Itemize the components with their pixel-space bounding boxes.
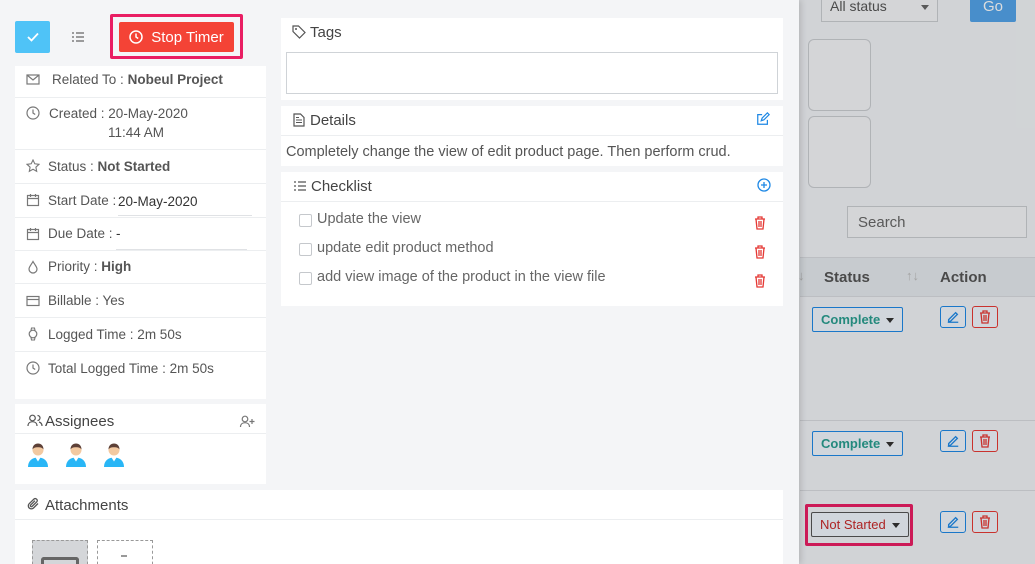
plus-icon	[121, 555, 127, 557]
billable-row: Billable : Yes	[15, 284, 266, 318]
checklist-item-label: add view image of the product in the vie…	[317, 269, 606, 285]
edit-icon[interactable]	[756, 112, 770, 126]
clock-icon	[26, 106, 40, 120]
paperclip-icon	[27, 497, 39, 510]
details-header: Details	[281, 106, 783, 136]
mail-icon	[26, 74, 40, 85]
tags-input[interactable]	[286, 52, 778, 94]
trash-icon[interactable]	[754, 216, 766, 230]
check-icon	[26, 32, 39, 42]
clock-icon	[26, 361, 40, 375]
checklist-item-label: Update the view	[317, 211, 421, 227]
list-icon	[72, 32, 84, 42]
details-title: Details	[310, 112, 356, 129]
details-text: Completely change the view of edit produ…	[286, 144, 731, 160]
assignees-header: Assignees	[15, 404, 266, 434]
related-label: Related To :	[52, 72, 124, 87]
tag-icon	[292, 25, 306, 39]
logged-time-text: Logged Time : 2m 50s	[48, 327, 182, 342]
due-date-row: Due Date : -	[15, 218, 266, 251]
checklist-card: Checklist Update the view update edit pr…	[281, 172, 783, 306]
attachments-title: Attachments	[45, 497, 129, 514]
created-date: 20-May-2020	[108, 106, 188, 121]
start-date-row: Start Date : 20-May-2020	[15, 184, 266, 218]
due-date-input[interactable]: -	[116, 226, 247, 250]
status-label: Status :	[48, 159, 94, 174]
stop-timer-label: Stop Timer	[151, 28, 224, 46]
tags-card: Tags	[281, 18, 783, 100]
assignees-card: Assignees	[15, 404, 266, 484]
stop-timer-highlight: Stop Timer	[110, 14, 243, 59]
total-logged-time-text: Total Logged Time : 2m 50s	[48, 361, 214, 376]
calendar-icon	[26, 194, 40, 207]
related-value[interactable]: Nobeul Project	[128, 72, 223, 87]
watch-icon	[28, 327, 38, 341]
list-icon	[294, 181, 306, 191]
created-label: Created :	[49, 106, 105, 121]
calendar-icon	[26, 228, 40, 241]
list-view-button[interactable]	[62, 21, 94, 53]
checklist-checkbox[interactable]	[299, 243, 312, 256]
tags-title: Tags	[310, 24, 342, 41]
checklist-checkbox[interactable]	[299, 272, 312, 285]
created-row: Created : 20-May-2020 11:44 AM	[15, 98, 266, 150]
assignees-title: Assignees	[45, 413, 115, 430]
star-icon	[26, 159, 40, 173]
attachments-card: Attachments	[15, 490, 783, 564]
billable-text: Billable : Yes	[48, 293, 125, 308]
due-date-label: Due Date :	[48, 226, 113, 241]
start-date-label: Start Date :	[48, 193, 117, 208]
checklist-item-label: update edit product method	[317, 240, 494, 256]
priority-label: Priority :	[48, 259, 98, 274]
details-card: Details Completely change the view of ed…	[281, 106, 783, 166]
checklist-title: Checklist	[311, 178, 372, 195]
add-attachment-button[interactable]	[97, 540, 153, 564]
users-icon	[27, 414, 43, 427]
trash-icon[interactable]	[754, 245, 766, 259]
trash-icon[interactable]	[754, 274, 766, 288]
priority-row: Priority : High	[15, 251, 266, 284]
add-circle-icon[interactable]	[757, 178, 771, 192]
tags-header: Tags	[281, 18, 783, 46]
task-detail-panel: Stop Timer Related To : Nobeul Project C…	[0, 0, 799, 564]
stop-timer-button[interactable]: Stop Timer	[119, 22, 234, 52]
checklist-checkbox[interactable]	[299, 214, 312, 227]
add-user-icon[interactable]	[239, 415, 255, 428]
logged-time-row: Logged Time : 2m 50s	[15, 318, 266, 352]
document-icon	[293, 113, 305, 127]
task-info-card: Related To : Nobeul Project Created : 20…	[15, 66, 266, 399]
clock-icon	[129, 30, 143, 44]
priority-value: High	[101, 259, 132, 274]
created-time: 11:44 AM	[108, 125, 165, 140]
attachment-thumbnail[interactable]	[32, 540, 88, 564]
monitor-icon	[41, 557, 79, 564]
status-value: Not Started	[97, 159, 171, 174]
credit-card-icon	[26, 295, 40, 307]
checklist-header: Checklist	[281, 172, 783, 202]
user-avatar[interactable]	[64, 442, 88, 468]
start-date-input[interactable]: 20-May-2020	[118, 194, 252, 216]
user-avatar[interactable]	[26, 442, 50, 468]
status-row: Status : Not Started	[15, 150, 266, 184]
total-logged-time-row: Total Logged Time : 2m 50s	[15, 352, 266, 386]
user-avatar[interactable]	[102, 442, 126, 468]
mark-complete-button[interactable]	[15, 21, 50, 53]
attachments-header: Attachments	[15, 490, 783, 520]
drop-icon	[28, 260, 38, 274]
related-to-row: Related To : Nobeul Project	[15, 66, 266, 98]
